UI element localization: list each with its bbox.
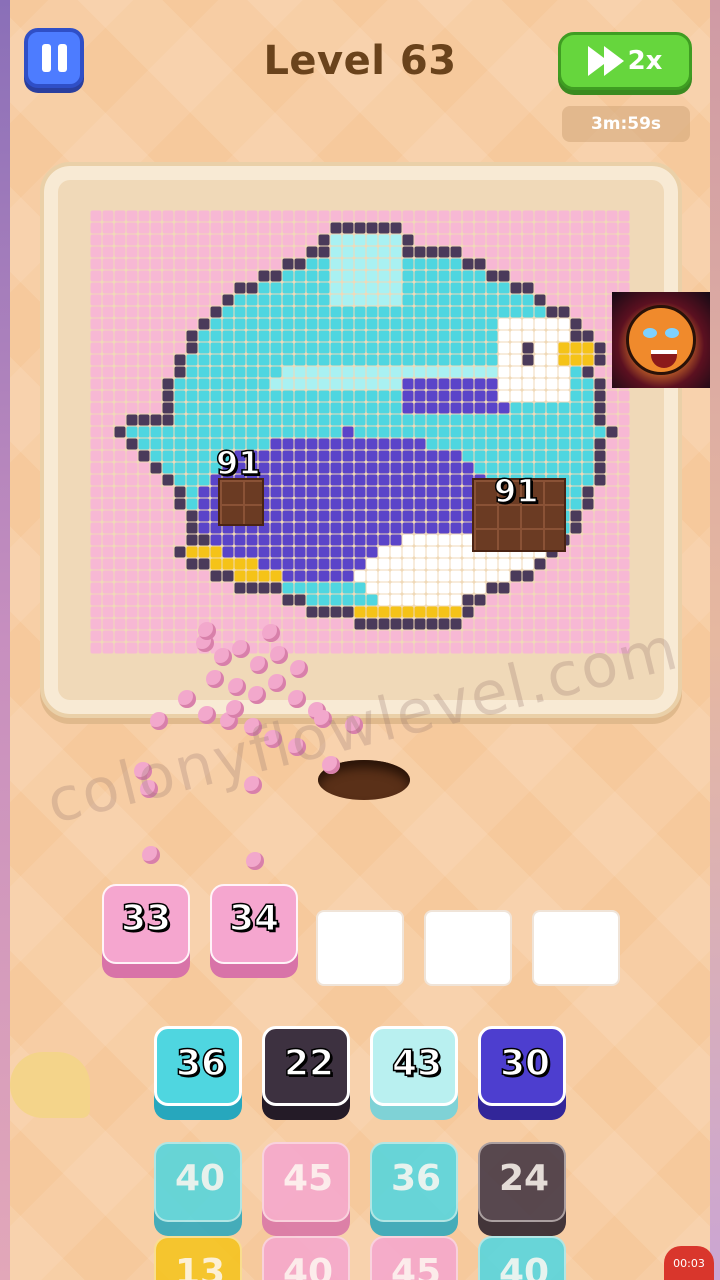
color-tile[interactable]: 45 [262,1142,350,1222]
color-tile[interactable]: 30 [478,1026,566,1106]
ant [232,640,250,658]
ant [250,656,268,674]
chocolate-block[interactable] [218,478,264,526]
ant [198,622,216,640]
tile-value: 36 [390,1158,442,1199]
color-tile[interactable]: 36 [154,1026,242,1106]
ant [214,648,232,666]
ant [270,646,288,664]
pixel-bird-art [90,210,630,654]
ant [228,678,246,696]
tile-value: 45 [390,1252,442,1280]
tile-value: 40 [498,1252,550,1280]
queue-slot-empty[interactable] [532,910,620,986]
ant [262,624,280,642]
speed-label: 2x [627,46,663,76]
ant [150,712,168,730]
chocolate-count: 91 [215,443,261,483]
color-tile[interactable]: 24 [478,1142,566,1222]
ant [142,846,160,864]
tile-value: 40 [282,1252,334,1280]
color-tile[interactable]: 40 [262,1236,350,1280]
queue-slot[interactable]: 33 [102,884,192,984]
ant [226,700,244,718]
tile-value: 13 [174,1252,226,1280]
color-tile[interactable]: 36 [370,1142,458,1222]
tile-value: 43 [391,1042,443,1085]
tile-value: 40 [174,1158,226,1199]
color-tile[interactable]: 13 [154,1236,242,1280]
queue-slot-value: 33 [120,897,172,940]
speed-2x-button[interactable]: 2x [558,32,692,90]
tile-value: 24 [498,1158,550,1199]
ant [246,852,264,870]
color-tile[interactable]: 45 [370,1236,458,1280]
tile-value: 36 [175,1042,227,1085]
recording-timer: 00:03 [664,1246,714,1280]
right-edge [710,0,720,1280]
fast-forward-icon [587,46,624,76]
queue-slot[interactable]: 34 [210,884,300,984]
queue-slot-empty[interactable] [424,910,512,986]
color-tile[interactable]: 43 [370,1026,458,1106]
ant [206,670,224,688]
queue-slot-empty[interactable] [316,910,404,986]
tile-value: 22 [283,1042,335,1085]
tile-value: 30 [499,1042,551,1085]
level-timer: 3m:59s [562,106,690,142]
color-tile[interactable]: 40 [478,1236,566,1280]
left-edge [0,0,10,1280]
color-tile[interactable]: 40 [154,1142,242,1222]
ant [198,706,216,724]
ant [178,690,196,708]
color-tile[interactable]: 22 [262,1026,350,1106]
tile-value: 45 [282,1158,334,1199]
decorative-leaf [10,1052,90,1118]
ant [290,660,308,678]
ant [268,674,286,692]
pixel-art-grid[interactable] [90,210,630,654]
queue-slot-value: 34 [228,897,280,940]
tiger-avatar-icon [612,292,710,388]
ant [248,686,266,704]
chocolate-count: 91 [493,471,539,511]
